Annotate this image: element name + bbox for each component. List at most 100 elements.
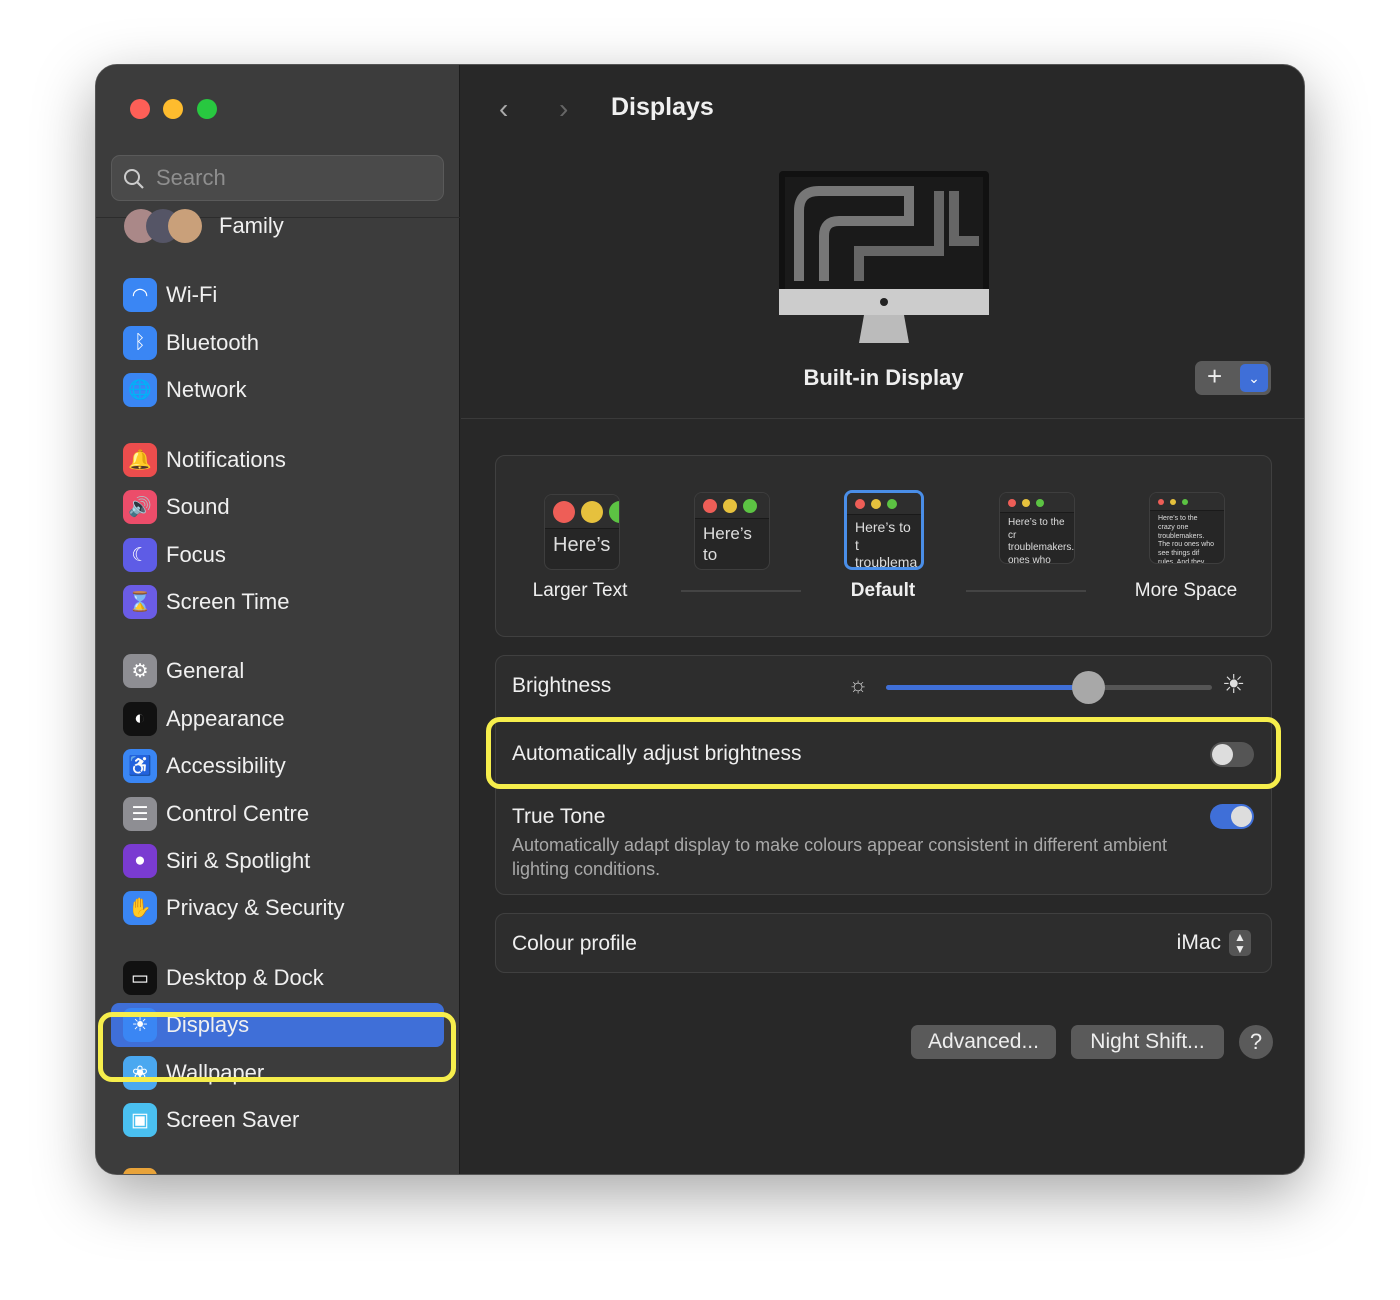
sun-large-icon: ☀ — [1222, 669, 1246, 699]
resolution-scale-line — [681, 590, 801, 592]
search-icon — [124, 169, 144, 189]
minimize-button[interactable] — [163, 99, 183, 119]
auto-brightness-label: Automatically adjust brightness — [512, 742, 802, 765]
resolution-option[interactable]: Here’s to the crazy one troublemakers. T… — [1149, 492, 1225, 564]
sidebar-item-label: Focus — [166, 542, 226, 567]
sidebar: Search Family ◠ Wi-Fi ᛒ Bluetooth 🌐 Network 🔔 No… — [96, 65, 460, 1174]
true-tone-label: True Tone — [512, 805, 606, 828]
resolution-option[interactable]: Here’s to t troublema ones who — [844, 490, 924, 570]
main-pane: ‹ › Displays Built-in Display + ⌄ Here’s… — [461, 65, 1304, 1174]
wifi-icon: ◠ — [123, 278, 157, 312]
gear-icon: ⚙ — [123, 654, 157, 688]
sidebar-item-family[interactable]: Family — [111, 204, 444, 248]
sidebar-item-wallpaper[interactable]: ❀ Wallpaper — [111, 1051, 444, 1095]
resolution-label[interactable]: Default — [803, 580, 963, 602]
sidebar-item-appearance[interactable]: ◐ Appearance — [111, 697, 444, 741]
appearance-icon: ◐ — [123, 702, 157, 736]
add-display-button[interactable]: + — [1207, 361, 1222, 392]
resolution-sample-text: Here’s to the crazy one troublemakers. T… — [1158, 515, 1215, 564]
resolution-option[interactable]: Here’s to troublem — [694, 492, 770, 570]
resolution-sample-text: Here’s — [553, 534, 611, 556]
siri-icon: ● — [123, 844, 157, 878]
dock-icon: ▭ — [123, 961, 157, 995]
resolution-label[interactable]: More Space — [1106, 580, 1266, 602]
page-title: Displays — [611, 93, 714, 121]
sidebar-item-notifications[interactable]: 🔔 Notifications — [111, 438, 444, 482]
resolution-group: Here’s Here’s to troublem Here’s to t trou… — [495, 455, 1272, 637]
resolution-scale-line — [966, 590, 1086, 592]
sidebar-item-screen-saver[interactable]: ▣ Screen Saver — [111, 1098, 444, 1142]
add-display-control[interactable]: + ⌄ — [1195, 361, 1271, 395]
back-button[interactable]: ‹ — [499, 93, 508, 125]
resolution-label[interactable]: Larger Text — [500, 580, 660, 602]
sidebar-item-label: Screen Saver — [166, 1107, 300, 1132]
close-button[interactable] — [130, 99, 150, 119]
speaker-icon: 🔊 — [123, 490, 157, 524]
up-down-chevron-icon: ▲ ▼ — [1229, 930, 1251, 956]
moon-icon: ☾ — [123, 538, 157, 572]
sidebar-item-label: Family — [219, 213, 284, 238]
sidebar-item-displays[interactable]: ☀ Displays — [111, 1003, 444, 1047]
forward-button[interactable]: › — [559, 93, 568, 125]
resolution-sample-text: Here’s to the cr troublemakers. ones who… — [1008, 517, 1075, 564]
sidebar-item-focus[interactable]: ☾ Focus — [111, 533, 444, 577]
sidebar-item-label: Screen Time — [166, 589, 290, 614]
family-avatars — [123, 209, 203, 243]
flower-icon: ❀ — [123, 1056, 157, 1090]
control-centre-icon: ☰ — [123, 797, 157, 831]
resolution-option[interactable]: Here’s — [544, 494, 620, 570]
sidebar-item-sound[interactable]: 🔊 Sound — [111, 485, 444, 529]
sidebar-item-label: Displays — [166, 1012, 250, 1037]
help-button[interactable]: ? — [1239, 1025, 1273, 1059]
sidebar-item-bluetooth[interactable]: ᛒ Bluetooth — [111, 321, 444, 365]
sidebar-item-label: Sound — [166, 494, 230, 519]
brightness-slider-fill — [886, 685, 1089, 690]
search-input[interactable]: Search — [111, 155, 444, 201]
sidebar-item-control-centre[interactable]: ☰ Control Centre — [111, 792, 444, 836]
true-tone-description: Automatically adapt display to make colo… — [512, 835, 1168, 879]
brightness-slider-knob[interactable] — [1072, 671, 1106, 704]
hourglass-icon: ⌛ — [123, 585, 157, 619]
sidebar-item-label: Network — [166, 377, 247, 402]
sidebar-item-desktop-dock[interactable]: ▭ Desktop & Dock — [111, 956, 444, 1000]
true-tone-toggle[interactable] — [1210, 804, 1254, 829]
auto-brightness-toggle[interactable] — [1210, 742, 1254, 767]
sidebar-item-label: Privacy & Security — [166, 895, 345, 920]
settings-window: Search Family ◠ Wi-Fi ᛒ Bluetooth 🌐 Network 🔔 No… — [95, 64, 1305, 1175]
sidebar-item-siri-spotlight[interactable]: ● Siri & Spotlight — [111, 839, 444, 883]
sidebar-item-wi-fi[interactable]: ◠ Wi-Fi — [111, 273, 444, 317]
imac-display-image — [779, 171, 989, 343]
sidebar-item-label: Control Centre — [166, 801, 310, 826]
sidebar-item-accessibility[interactable]: ♿ Accessibility — [111, 744, 444, 788]
zoom-button[interactable] — [197, 99, 217, 119]
search-placeholder: Search — [156, 165, 226, 190]
colour-profile-select[interactable]: iMac ▲ ▼ — [1177, 930, 1251, 956]
sun-icon: ☀ — [123, 1008, 157, 1042]
sidebar-item-label: General — [166, 658, 245, 683]
sidebar-item-label: Accessibility — [166, 753, 286, 778]
globe-icon: 🌐 — [123, 373, 157, 407]
resolution-sample-text: Here’s to troublem — [703, 524, 769, 569]
resolution-option[interactable]: Here’s to the cr troublemakers. ones who… — [999, 492, 1075, 564]
screen-saver-icon: ▣ — [123, 1103, 157, 1137]
colour-profile-label: Colour profile — [512, 932, 637, 955]
sidebar-item-general[interactable]: ⚙ General — [111, 649, 444, 693]
sidebar-item-label: Notifications — [166, 447, 286, 472]
sidebar-item-label: Appearance — [166, 706, 285, 731]
sidebar-item-privacy-security[interactable]: ✋ Privacy & Security — [111, 886, 444, 930]
sidebar-item-label: Bluetooth — [166, 330, 259, 355]
sidebar-item-screen-time[interactable]: ⌛ Screen Time — [111, 580, 444, 624]
advanced-button[interactable]: Advanced... — [911, 1025, 1056, 1059]
hand-icon: ✋ — [123, 891, 157, 925]
sidebar-item-label: Wi-Fi — [166, 282, 218, 307]
chevron-down-icon[interactable]: ⌄ — [1240, 364, 1268, 392]
sidebar-item-label: Wallpaper — [166, 1060, 265, 1085]
night-shift-button[interactable]: Night Shift... — [1071, 1025, 1224, 1059]
accessibility-icon: ♿ — [123, 749, 157, 783]
sidebar-item-label: Desktop & Dock — [166, 965, 324, 990]
colour-profile-value: iMac — [1176, 931, 1221, 954]
brightness-group: Brightness ☼ ☀ Automatically adjust brig… — [495, 655, 1272, 895]
sidebar-item-network[interactable]: 🌐 Network — [111, 368, 444, 412]
brightness-slider[interactable] — [886, 671, 1212, 704]
colour-profile-row: Colour profile iMac ▲ ▼ — [495, 913, 1272, 973]
